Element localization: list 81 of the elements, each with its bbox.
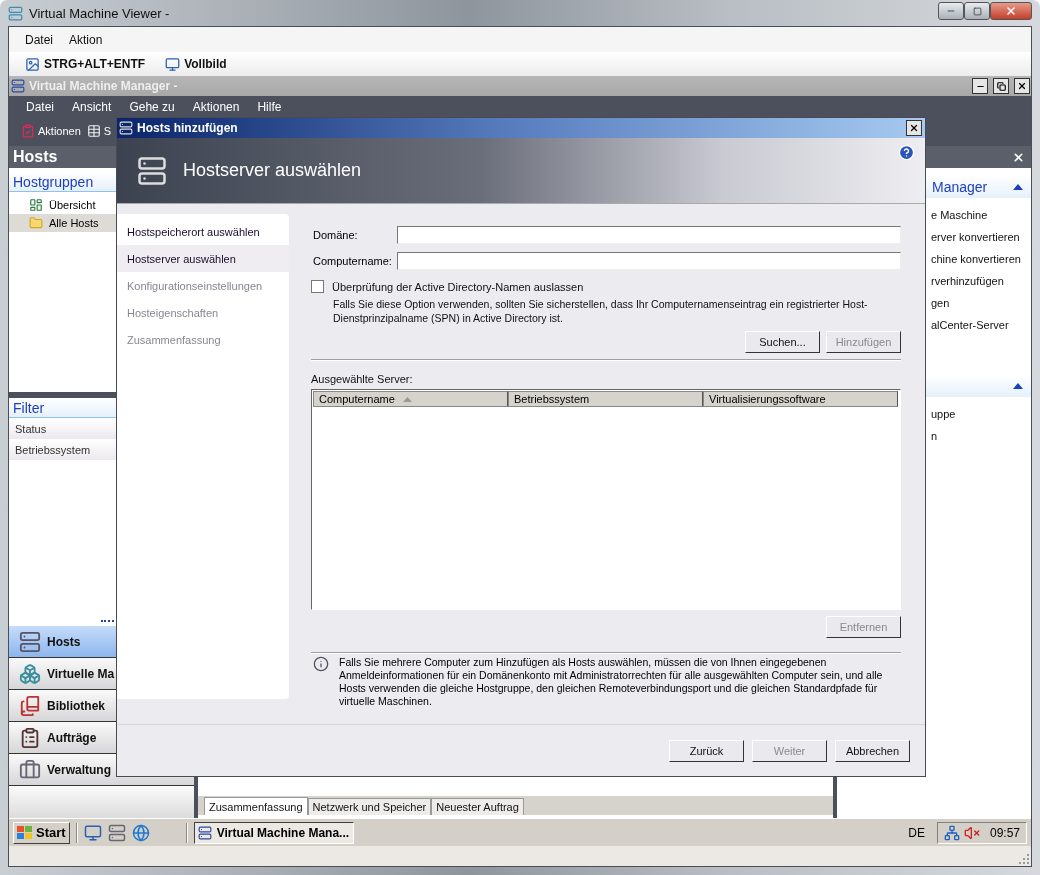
picture-icon — [25, 56, 40, 72]
app-icon — [8, 5, 23, 21]
maximize-icon — [972, 6, 982, 16]
briefcase-icon — [19, 758, 41, 781]
menu-item[interactable]: Datei — [17, 32, 61, 47]
dashboard-icon — [29, 198, 43, 212]
server-icon — [19, 630, 41, 653]
section-title: Manager — [932, 179, 988, 195]
network-icon[interactable] — [943, 824, 960, 841]
button[interactable]: Zurück — [669, 739, 744, 762]
column-header[interactable]: Betriebssystem — [508, 391, 703, 407]
close-icon — [909, 123, 919, 133]
monitor-icon — [165, 56, 181, 72]
taskbar-button[interactable]: Virtual Machine Mana... — [193, 821, 354, 844]
server-icon — [137, 155, 167, 186]
toolbar-button[interactable]: Aktionen — [21, 123, 81, 138]
column-header[interactable]: Virtualisierungssoftware — [703, 391, 898, 407]
field-label: Computername: — [312, 255, 393, 267]
toolbar-button[interactable]: S — [86, 123, 112, 138]
menu-item[interactable]: Datei — [17, 100, 63, 114]
browser-icon[interactable] — [131, 823, 150, 842]
server-icon[interactable] — [107, 823, 126, 842]
books-icon — [19, 694, 41, 717]
restore-icon — [996, 81, 1006, 91]
button[interactable]: Abbrechen — [835, 739, 910, 762]
flag-icon — [17, 825, 33, 840]
table-icon — [86, 123, 101, 138]
close-icon — [1005, 5, 1017, 17]
app-icon — [197, 825, 212, 840]
desktop-icon[interactable] — [83, 823, 102, 842]
section-title: Hostgruppen — [13, 173, 94, 190]
start-button[interactable]: Start — [13, 821, 70, 844]
language-indicator[interactable]: DE — [902, 825, 931, 840]
note-text: Falls Sie diese Option verwenden, sollten Sie sicherstellen, dass Ihr Computernamenseintrag ein registrierter Host-Dienstprinzipalname (SPN) in Active Directory ist. — [333, 297, 869, 325]
clipboard-icon — [21, 123, 35, 138]
close-button[interactable] — [906, 120, 922, 136]
menu-item[interactable]: Aktion — [61, 32, 111, 47]
toolbar-button[interactable]: STRG+ALT+ENTF — [25, 56, 146, 72]
checkbox-label: Überprüfung der Active Directory-Namen auslassen — [332, 280, 584, 293]
wizard-step[interactable]: Hostserver auswählen — [117, 245, 289, 272]
resize-grip-icon[interactable] — [1019, 854, 1029, 864]
folder-icon — [29, 216, 43, 230]
server-icon — [119, 121, 133, 135]
window-title: Virtual Machine Manager - — [29, 79, 178, 93]
restore-button[interactable] — [993, 78, 1009, 94]
close-icon[interactable] — [1012, 150, 1025, 164]
menu-item[interactable]: Aktionen — [183, 100, 249, 114]
input-field[interactable] — [397, 226, 901, 244]
close-icon — [1017, 81, 1027, 91]
column-header[interactable]: Computername — [313, 391, 508, 407]
pane-title: Hosts — [13, 148, 58, 166]
tab[interactable]: Zusammenfassung — [204, 797, 308, 815]
clock: 09:57 — [989, 825, 1020, 840]
app-icon — [11, 79, 25, 93]
maximize-button[interactable] — [964, 2, 990, 20]
tab[interactable]: Neuester Auftrag — [431, 798, 524, 815]
boxes-icon — [19, 662, 41, 685]
dialog-title: Hosts hinzufügen — [137, 121, 238, 135]
list-label: Ausgewählte Server: — [311, 373, 414, 385]
help-button[interactable] — [898, 144, 915, 161]
toolbar-button[interactable]: Vollbild — [165, 56, 227, 72]
window-title: Virtual Machine Viewer - — [29, 5, 170, 21]
volume-icon[interactable] — [963, 824, 980, 841]
dialog-heading: Hostserver auswählen — [183, 160, 362, 181]
menu-item[interactable]: Gehe zu — [120, 100, 184, 114]
clipboard-icon — [19, 726, 41, 749]
menu-item[interactable]: Hilfe — [248, 100, 291, 114]
info-text: Falls Sie mehrere Computer zum Hinzufügen als Hosts auswählen, müssen die von Ihnen eingegebenen Anmeldeinformationen für ein Domänenkonto mit Administratorrechten für alle ausgewählten Computer sein, und alle Hosts verwenden die gleiche Hostgruppe, den gleichen Remoteverbindungsport und die gleichen Standardpfade für virtuelle Maschinen. — [339, 656, 884, 708]
section-title: Filter — [13, 399, 45, 416]
sort-icon — [402, 396, 412, 402]
minimize-button[interactable] — [972, 78, 988, 94]
checkbox[interactable] — [311, 280, 324, 293]
menu-item[interactable]: Ansicht — [63, 100, 121, 114]
minimize-button[interactable] — [938, 2, 964, 20]
button[interactable]: Suchen... — [745, 331, 820, 353]
field-label: Domäne: — [312, 229, 359, 241]
close-button[interactable] — [1014, 78, 1030, 94]
input-field[interactable] — [397, 252, 901, 270]
help-icon — [898, 144, 915, 161]
tab[interactable]: Netzwerk und Speicher — [307, 798, 432, 815]
info-icon — [313, 656, 329, 672]
